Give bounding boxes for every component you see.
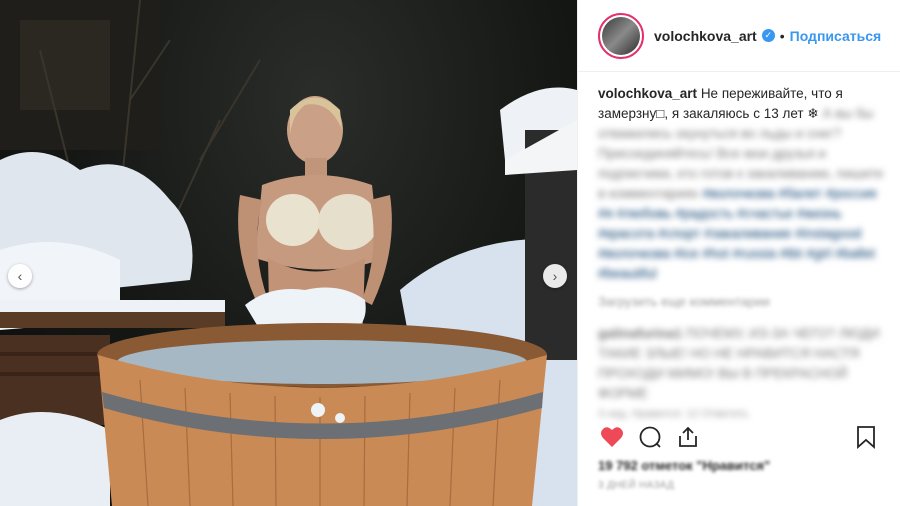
verified-icon: ✓ <box>761 29 775 42</box>
chevron-left-icon[interactable]: ‹ <box>8 264 32 288</box>
comment-icon[interactable] <box>636 423 664 451</box>
load-more-comments-button[interactable]: Загрузить еще комментарии <box>598 292 886 312</box>
separator-dot: • <box>779 27 785 44</box>
chevron-right-icon[interactable]: › <box>543 264 567 288</box>
action-bar <box>598 422 880 452</box>
caption-username[interactable]: volochkova_art <box>598 86 697 101</box>
post-header: volochkova_art ✓ • Подписаться <box>578 0 900 72</box>
comment-item: galinafurina1 ПОЧЕМУ, ИЗ-ЗА ЧЕГО? ЛЮДИ Т… <box>598 324 886 424</box>
avatar-image <box>602 16 640 55</box>
caption: volochkova_art Не переживайте, что я зам… <box>598 84 886 284</box>
likes-count[interactable]: 19 792 отметок "Нравится" <box>598 458 770 473</box>
heart-icon[interactable] <box>598 423 626 451</box>
avatar[interactable] <box>598 12 644 59</box>
post-photo[interactable]: ‹ › <box>0 0 577 506</box>
post-timestamp: 3 ДНЕЙ НАЗАД <box>598 480 675 491</box>
follow-button[interactable]: Подписаться <box>790 28 882 44</box>
comment-meta: 3 нед. Нравится: 12 Ответить <box>598 408 749 420</box>
share-icon[interactable] <box>674 423 702 451</box>
comment-username[interactable]: galinafurina1 <box>598 326 682 341</box>
photo-illustration <box>0 0 577 506</box>
post-sidebar: volochkova_art ✓ • Подписаться volochkov… <box>577 0 900 506</box>
comments-section: volochkova_art Не переживайте, что я зам… <box>578 72 900 424</box>
bookmark-icon[interactable] <box>852 423 880 451</box>
header-username[interactable]: volochkova_art <box>654 28 757 44</box>
instagram-post: ‹ › volochkova_art ✓ • Подписаться voloc… <box>0 0 900 506</box>
